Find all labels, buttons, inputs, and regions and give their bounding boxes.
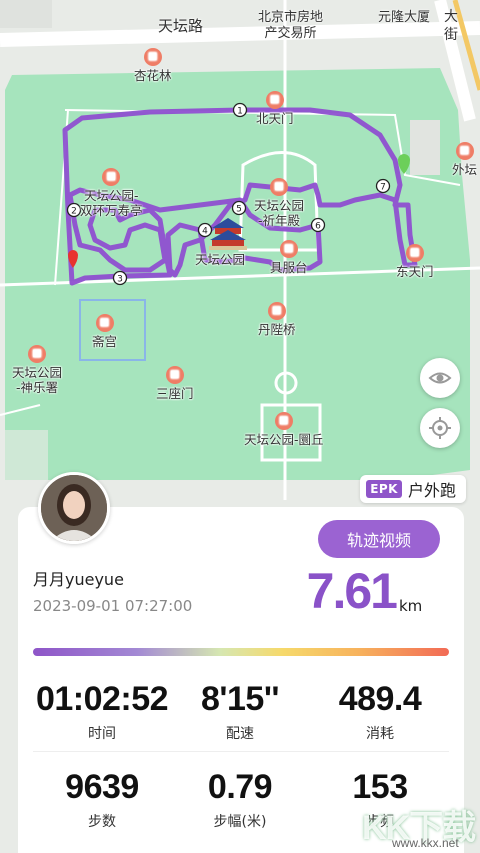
- epk-badge: EPK: [366, 480, 402, 498]
- road-label-street: 大 街: [444, 9, 458, 43]
- poi-beitianmen[interactable]: ■ 北天门: [256, 91, 294, 126]
- poi-pin-icon: ■: [455, 142, 474, 160]
- poi-pin-icon: ■: [95, 314, 114, 332]
- checkpoint-label: 7: [380, 183, 386, 193]
- stat-calories: 489.4 消耗: [338, 680, 422, 742]
- poi-waitan[interactable]: ■ 外坛: [452, 142, 477, 177]
- distance-value: 7.61: [306, 563, 398, 619]
- layer-toggle-button[interactable]: [420, 358, 460, 398]
- poi-pin-icon: ■: [165, 366, 184, 384]
- poi-xinghualin[interactable]: ■ 杏花林: [134, 48, 172, 83]
- poi-tiantan-park[interactable]: 天坛公园: [195, 252, 245, 267]
- poi-qiniandian[interactable]: ■ 天坛公园 -祈年殿: [254, 178, 304, 228]
- poi-pin-icon: ■: [102, 168, 121, 186]
- road-label-yuanlong: 元隆大厦: [378, 10, 431, 25]
- road-label-estate-exchange: 北京市房地 产交易所: [258, 10, 324, 41]
- poi-pin-icon: ■: [267, 302, 286, 320]
- user-avatar-image: [41, 475, 107, 541]
- checkpoint-label: 6: [315, 222, 321, 232]
- crosshair-icon: [429, 417, 451, 439]
- sport-type-label: 户外跑: [407, 481, 456, 500]
- watermark-url: www.kkx.net: [392, 836, 459, 850]
- pace-gradient-bar: [33, 648, 449, 656]
- poi-pin-icon: ■: [279, 240, 298, 258]
- avatar[interactable]: [38, 472, 110, 544]
- poi-pin-icon: ■: [28, 345, 46, 363]
- poi-zhaigong[interactable]: ■ 斋宫: [92, 314, 117, 349]
- checkpoint-label: 4: [202, 227, 208, 237]
- checkpoint-label: 2: [71, 207, 77, 217]
- poi-pin-icon: ■: [405, 244, 424, 262]
- poi-shenyueshu[interactable]: ■ 天坛公园 -神乐署: [12, 345, 62, 395]
- run-datetime: 2023-09-01 07:27:00: [33, 597, 193, 615]
- checkpoint-label: 1: [237, 107, 243, 117]
- distance-unit: km: [399, 597, 423, 615]
- poi-pin-icon: ■: [270, 178, 288, 196]
- poi-pin-icon: ■: [274, 412, 293, 430]
- username: 月月yueyue: [33, 570, 124, 589]
- sport-type-tag: EPK 户外跑: [360, 475, 466, 503]
- checkpoint-label: 5: [236, 205, 242, 215]
- poi-jufutai[interactable]: ■ 具服台: [270, 240, 308, 275]
- stats-divider: [33, 751, 449, 752]
- track-video-button[interactable]: 轨迹视频: [318, 520, 440, 558]
- checkpoint-label: 3: [117, 275, 123, 285]
- poi-sanzuomen[interactable]: ■ 三座门: [156, 366, 194, 401]
- poi-shuanghuan[interactable]: ■ 天坛公园- 双环万寿亭: [80, 168, 143, 218]
- poi-pin-icon: ■: [143, 48, 162, 66]
- eye-icon: [428, 372, 452, 384]
- locate-button[interactable]: [420, 408, 460, 448]
- stat-duration: 01:02:52 时间: [35, 680, 169, 742]
- poi-yuanqiu[interactable]: ■ 天坛公园-圜丘: [244, 412, 324, 447]
- stat-pace: 8'15'' 配速: [201, 680, 279, 742]
- stat-stride: 0.79 步幅(米): [207, 768, 273, 830]
- poi-pin-icon: ■: [265, 91, 284, 109]
- poi-dongtianmen[interactable]: ■ 东天门: [396, 244, 434, 279]
- poi-danbiqiao[interactable]: ■ 丹陛桥: [258, 302, 296, 337]
- road-label-tiantan: 天坛路: [158, 17, 204, 35]
- stat-steps: 9639 步数: [65, 768, 139, 830]
